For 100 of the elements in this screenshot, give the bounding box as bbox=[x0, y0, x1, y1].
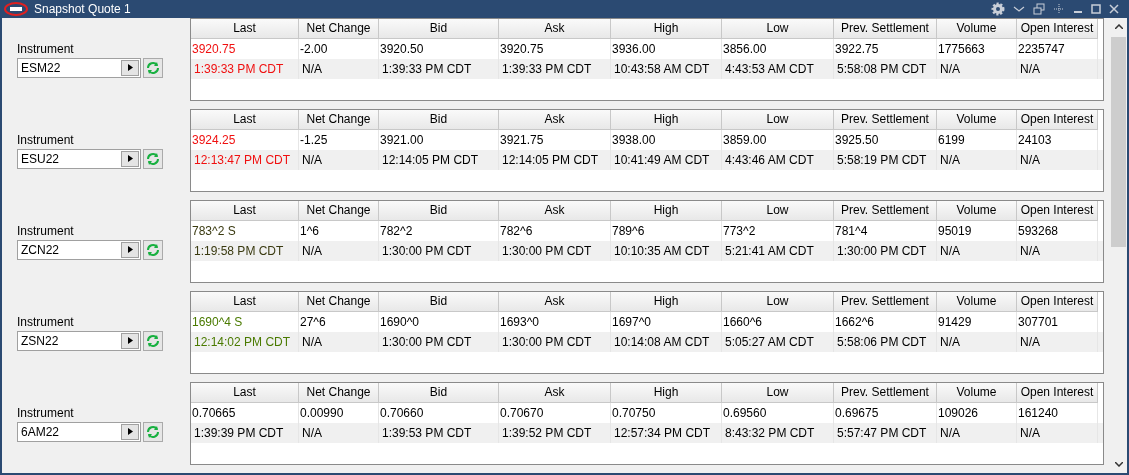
table-cell: N/A bbox=[299, 423, 379, 443]
column-header: Volume bbox=[937, 110, 1017, 130]
expand-button[interactable] bbox=[121, 241, 139, 258]
column-header: Prev. Settlement bbox=[834, 201, 937, 221]
table-cell: N/A bbox=[299, 332, 379, 352]
instrument-label: Instrument bbox=[17, 314, 75, 329]
instrument-label: Instrument bbox=[17, 405, 75, 420]
expand-button[interactable] bbox=[121, 59, 139, 76]
table-cell: 12:57:34 PM CDT bbox=[611, 423, 722, 443]
column-header: Last bbox=[191, 19, 299, 39]
column-header: Bid bbox=[379, 292, 499, 312]
column-header: High bbox=[611, 19, 722, 39]
instrument-label: Instrument bbox=[17, 223, 75, 238]
table-cell: 5:57:47 PM CDT bbox=[834, 423, 937, 443]
table-cell: 1:39:33 PM CDT bbox=[499, 59, 611, 79]
table-cell: N/A bbox=[1017, 59, 1098, 79]
instrument-field[interactable]: ZCN22 bbox=[17, 239, 141, 260]
table-cell: 12:14:02 PM CDT bbox=[191, 332, 299, 352]
column-header: Volume bbox=[937, 383, 1017, 403]
table-cell: N/A bbox=[1017, 150, 1098, 170]
column-header: Last bbox=[191, 110, 299, 130]
column-header: Bid bbox=[379, 19, 499, 39]
expand-button[interactable] bbox=[121, 423, 139, 440]
table-cell: 12:14:05 PM CDT bbox=[499, 150, 611, 170]
column-header: Net Change bbox=[299, 201, 379, 221]
instrument-field[interactable]: ESU22 bbox=[17, 148, 141, 169]
column-header: Open Interest bbox=[1017, 201, 1098, 221]
table-cell: N/A bbox=[1017, 332, 1098, 352]
column-header: Volume bbox=[937, 201, 1017, 221]
table-cell: N/A bbox=[299, 59, 379, 79]
table-cell: N/A bbox=[299, 150, 379, 170]
column-header: Low bbox=[722, 201, 834, 221]
column-header: Open Interest bbox=[1017, 110, 1098, 130]
column-header: Prev. Settlement bbox=[834, 19, 937, 39]
table-cell: 5:21:41 AM CDT bbox=[722, 241, 834, 261]
table-cell: N/A bbox=[1017, 423, 1098, 443]
window-title: Snapshot Quote 1 bbox=[34, 2, 131, 16]
column-header: Last bbox=[191, 201, 299, 221]
triangle-right-icon bbox=[127, 246, 133, 253]
instrument-field[interactable]: ESM22 bbox=[17, 57, 141, 78]
table-cell: 8:43:32 PM CDT bbox=[722, 423, 834, 443]
column-header: Last bbox=[191, 383, 299, 403]
move-icon[interactable] bbox=[1053, 3, 1065, 15]
instrument-field[interactable]: ZSN22 bbox=[17, 330, 141, 351]
table-cell: N/A bbox=[937, 150, 1017, 170]
column-header: High bbox=[611, 383, 722, 403]
column-header: High bbox=[611, 201, 722, 221]
table-cell: N/A bbox=[299, 241, 379, 261]
column-header: Bid bbox=[379, 201, 499, 221]
table-cell: 1:30:00 PM CDT bbox=[834, 241, 937, 261]
column-header: Low bbox=[722, 110, 834, 130]
table-cell: N/A bbox=[937, 241, 1017, 261]
column-header: High bbox=[611, 110, 722, 130]
column-header: Ask bbox=[499, 19, 611, 39]
expand-button[interactable] bbox=[121, 150, 139, 167]
table-cell: 12:14:05 PM CDT bbox=[379, 150, 499, 170]
table-cell: 1:19:58 PM CDT bbox=[191, 241, 299, 261]
table-cell: 1:30:00 PM CDT bbox=[499, 241, 611, 261]
column-header: Volume bbox=[937, 19, 1017, 39]
table-cell: 5:58:19 PM CDT bbox=[834, 150, 937, 170]
settings-icon[interactable] bbox=[991, 2, 1005, 16]
column-header: Low bbox=[722, 383, 834, 403]
table-cell: 1:39:33 PM CDT bbox=[191, 59, 299, 79]
column-header: Volume bbox=[937, 292, 1017, 312]
column-header: Prev. Settlement bbox=[834, 383, 937, 403]
column-header: Last bbox=[191, 292, 299, 312]
column-header: Ask bbox=[499, 292, 611, 312]
table-cell: N/A bbox=[1017, 241, 1098, 261]
table-cell: 5:05:27 AM CDT bbox=[722, 332, 834, 352]
windows-icon[interactable] bbox=[1033, 3, 1045, 15]
table-cell: 1:39:33 PM CDT bbox=[379, 59, 499, 79]
scroll-up-icon[interactable] bbox=[1114, 24, 1123, 29]
expand-button[interactable] bbox=[121, 332, 139, 349]
column-header: Net Change bbox=[299, 19, 379, 39]
column-header: Ask bbox=[499, 383, 611, 403]
column-header: Net Change bbox=[299, 110, 379, 130]
app-logo-icon bbox=[4, 2, 30, 16]
close-icon[interactable] bbox=[1109, 4, 1119, 14]
column-header: Bid bbox=[379, 110, 499, 130]
table-cell: 4:43:53 AM CDT bbox=[722, 59, 834, 79]
table-cell: 10:43:58 AM CDT bbox=[611, 59, 722, 79]
column-header: Ask bbox=[499, 110, 611, 130]
table-cell: N/A bbox=[937, 59, 1017, 79]
column-header: Open Interest bbox=[1017, 19, 1098, 39]
instrument-field[interactable]: 6AM22 bbox=[17, 421, 141, 442]
table-cell: 12:13:47 PM CDT bbox=[191, 150, 299, 170]
table-cell: 1:30:00 PM CDT bbox=[499, 332, 611, 352]
triangle-right-icon bbox=[127, 155, 133, 162]
scroll-down-icon[interactable] bbox=[1114, 462, 1123, 467]
table-cell: 1:39:52 PM CDT bbox=[499, 423, 611, 443]
scrollbar-thumb[interactable] bbox=[1111, 37, 1126, 247]
chevron-down-icon[interactable] bbox=[1013, 5, 1025, 13]
table-cell: 5:58:06 PM CDT bbox=[834, 332, 937, 352]
triangle-right-icon bbox=[127, 64, 133, 71]
table-cell: 10:14:08 AM CDT bbox=[611, 332, 722, 352]
table-cell: 1:30:00 PM CDT bbox=[379, 332, 499, 352]
maximize-icon[interactable] bbox=[1091, 4, 1101, 14]
column-header: Low bbox=[722, 19, 834, 39]
table-cell: 1:39:39 PM CDT bbox=[191, 423, 299, 443]
table-cell: 1:30:00 PM CDT bbox=[379, 241, 499, 261]
